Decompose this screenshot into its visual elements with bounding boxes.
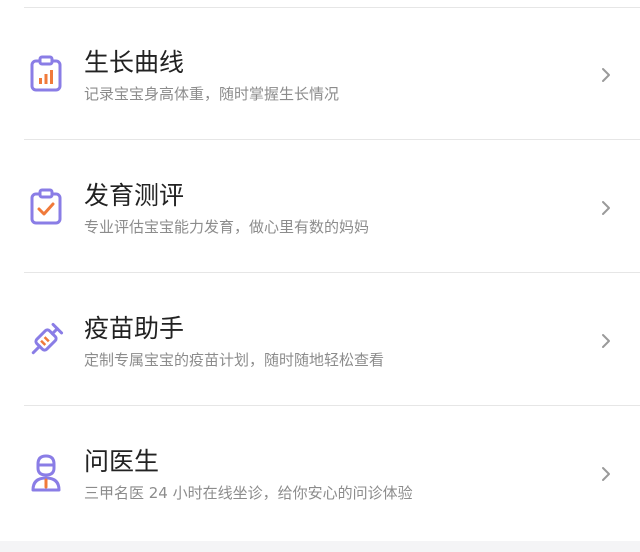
chevron-right-icon	[598, 466, 614, 482]
feature-menu-panel: 生长曲线 记录宝宝身高体重，随时掌握生长情况 发育测评 专业评估宝宝能力发育，做…	[0, 0, 640, 541]
menu-item-description: 定制专属宝宝的疫苗计划，随时随地轻松查看	[84, 351, 385, 369]
item-divider	[24, 139, 640, 140]
chevron-right-icon	[598, 67, 614, 83]
chevron-right-icon	[598, 200, 614, 216]
menu-item-title: 问医生	[84, 447, 160, 476]
menu-item-description: 记录宝宝身高体重，随时掌握生长情况	[84, 85, 340, 103]
menu-item-description: 专业评估宝宝能力发育，做心里有数的妈妈	[84, 218, 370, 236]
menu-item-title: 发育测评	[84, 181, 185, 210]
menu-item-vaccine-assistant[interactable]: 疫苗助手 定制专属宝宝的疫苗计划，随时随地轻松查看	[0, 274, 640, 406]
menu-item-title: 生长曲线	[84, 48, 185, 77]
menu-item-development-assessment[interactable]: 发育测评 专业评估宝宝能力发育，做心里有数的妈妈	[0, 141, 640, 273]
chevron-right-icon	[598, 333, 614, 349]
menu-item-title: 疫苗助手	[84, 314, 185, 343]
item-divider	[24, 272, 640, 273]
assessment-clipboard-icon	[24, 185, 68, 229]
growth-chart-icon	[24, 52, 68, 96]
doctor-icon	[24, 451, 68, 495]
menu-item-ask-doctor[interactable]: 问医生 三甲名医 24 小时在线坐诊，给你安心的问诊体验	[0, 407, 640, 539]
vaccine-syringe-icon	[24, 318, 68, 362]
item-divider	[24, 405, 640, 406]
menu-item-description: 三甲名医 24 小时在线坐诊，给你安心的问诊体验	[84, 484, 413, 502]
menu-item-growth-curve[interactable]: 生长曲线 记录宝宝身高体重，随时掌握生长情况	[0, 8, 640, 140]
